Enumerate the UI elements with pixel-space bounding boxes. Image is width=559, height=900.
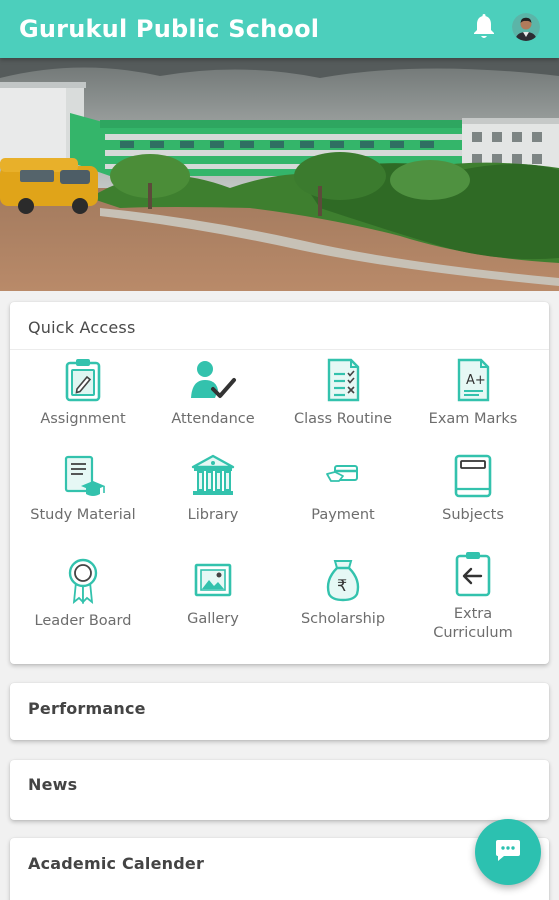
quick-access-item-class-routine[interactable]: Class Routine — [278, 358, 408, 429]
quick-access-label: Library — [187, 507, 239, 523]
school-banner-image — [0, 58, 559, 291]
quick-access-item-scholarship[interactable]: ₹ Scholarship — [278, 558, 408, 629]
quick-access-label: Assignment — [40, 411, 126, 427]
quick-access-item-attendance[interactable]: Attendance — [148, 358, 278, 429]
section-performance[interactable]: Performance — [10, 683, 549, 740]
picture-icon — [148, 558, 278, 602]
quick-access-item-library[interactable]: Library — [148, 454, 278, 525]
quick-access-card: Quick Access Assignment Attendance Class… — [10, 302, 549, 664]
clipboard-pencil-icon — [18, 358, 148, 402]
app-bar: Gurukul Public School — [0, 0, 559, 58]
section-title: Performance — [28, 699, 146, 718]
award-ribbon-icon — [18, 558, 148, 604]
quick-access-item-study-material[interactable]: Study Material — [18, 454, 148, 525]
quick-access-label: Study Material — [30, 507, 136, 523]
quick-access-item-assignment[interactable]: Assignment — [18, 358, 148, 429]
clipboard-arrow-icon — [408, 551, 538, 597]
section-title: News — [28, 775, 78, 794]
quick-access-item-exam-marks[interactable]: A+ Exam Marks — [408, 358, 538, 429]
section-academic-calender[interactable]: Academic Calender — [10, 838, 549, 900]
quick-access-item-leader-board[interactable]: Leader Board — [18, 558, 148, 631]
avatar[interactable] — [512, 13, 540, 41]
svg-text:₹: ₹ — [337, 576, 347, 595]
section-news[interactable]: News — [10, 760, 549, 820]
document-graduation-cap-icon — [18, 454, 148, 498]
library-building-icon — [148, 454, 278, 498]
person-check-icon — [148, 358, 278, 402]
quick-access-item-payment[interactable]: Payment — [278, 454, 408, 525]
grade-document-icon: A+ — [408, 358, 538, 402]
quick-access-label: Exam Marks — [428, 411, 518, 427]
quick-access-item-gallery[interactable]: Gallery — [148, 558, 278, 629]
quick-access-item-subjects[interactable]: Subjects — [408, 454, 538, 525]
card-payment-icon — [278, 454, 408, 498]
bell-icon[interactable] — [471, 13, 497, 41]
app-title: Gurukul Public School — [19, 15, 320, 43]
quick-access-label: Class Routine — [293, 411, 393, 427]
svg-text:A+: A+ — [466, 373, 486, 388]
quick-access-label: Scholarship — [300, 611, 386, 627]
divider — [10, 349, 549, 350]
quick-access-label: Gallery — [187, 611, 239, 627]
chat-icon — [495, 838, 521, 866]
quick-access-label: Leader Board — [34, 613, 132, 629]
quick-access-title: Quick Access — [28, 318, 136, 337]
quick-access-label: Payment — [311, 507, 375, 523]
quick-access-label: Subjects — [442, 507, 504, 523]
quick-access-label: Extra Curriculum — [433, 606, 513, 641]
chat-button[interactable] — [475, 819, 541, 885]
checklist-document-icon — [278, 358, 408, 402]
rupee-bag-icon: ₹ — [278, 558, 408, 602]
quick-access-label: Attendance — [171, 411, 255, 427]
quick-access-item-extra-curriculum[interactable]: Extra Curriculum — [408, 551, 538, 643]
section-title: Academic Calender — [28, 854, 205, 873]
book-icon — [408, 454, 538, 498]
